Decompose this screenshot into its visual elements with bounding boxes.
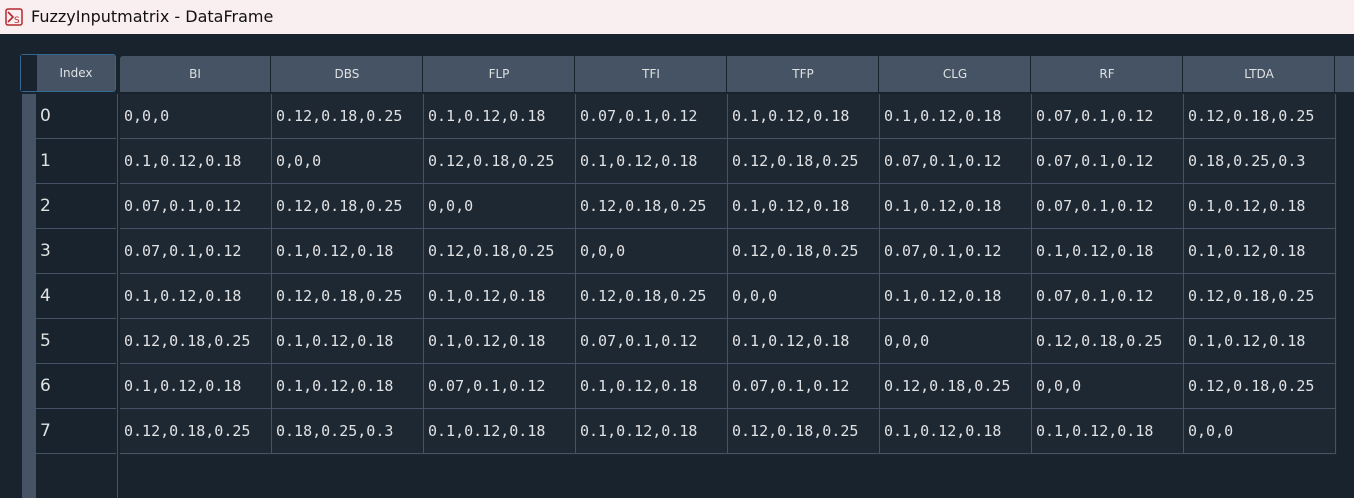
table-cell[interactable]: 0.12,0.18,0.25 bbox=[424, 139, 576, 184]
table-cell[interactable]: 0,0,0 bbox=[728, 274, 880, 319]
table-cell[interactable]: 0.1,0.12,0.18 bbox=[880, 94, 1032, 139]
table-cell[interactable]: 0.1,0.12,0.18 bbox=[1184, 229, 1336, 274]
table-cell[interactable]: 0,0,0 bbox=[1184, 409, 1336, 454]
table-cell[interactable]: 0.12,0.18,0.25 bbox=[1184, 364, 1336, 409]
table-cell[interactable]: 0.07,0.1,0.12 bbox=[728, 364, 880, 409]
table-cell[interactable]: 0.07,0.1,0.12 bbox=[576, 94, 728, 139]
table-cell[interactable]: 0.12,0.18,0.25 bbox=[576, 184, 728, 229]
table-cell[interactable]: 0.1,0.12,0.18 bbox=[272, 229, 424, 274]
table-cell[interactable]: 0.1,0.12,0.18 bbox=[1032, 409, 1184, 454]
table-cell[interactable]: 0,0,0 bbox=[880, 319, 1032, 364]
table-cell[interactable]: 0.1,0.12,0.18 bbox=[120, 139, 272, 184]
title-bar: S FuzzyInputmatrix - DataFrame bbox=[0, 0, 1354, 34]
table-cell[interactable]: 0.12,0.18,0.25 bbox=[424, 229, 576, 274]
table-cell[interactable]: 0.07,0.1,0.12 bbox=[880, 139, 1032, 184]
row-index-0[interactable]: 0 bbox=[36, 94, 116, 139]
row-index-column: 01234567 bbox=[20, 94, 118, 498]
table-cell[interactable]: 0.07,0.1,0.12 bbox=[576, 319, 728, 364]
table-cell[interactable]: 0.1,0.12,0.18 bbox=[424, 319, 576, 364]
table-cell[interactable]: 0.1,0.12,0.18 bbox=[1184, 319, 1336, 364]
table-cell[interactable]: 0.1,0.12,0.18 bbox=[120, 274, 272, 319]
row-index-4[interactable]: 4 bbox=[36, 274, 116, 319]
window-title: FuzzyInputmatrix - DataFrame bbox=[31, 7, 274, 26]
table-cell[interactable]: 0.07,0.1,0.12 bbox=[424, 364, 576, 409]
table-cell[interactable]: 0.1,0.12,0.18 bbox=[728, 319, 880, 364]
table-cell[interactable]: 0.12,0.18,0.25 bbox=[728, 229, 880, 274]
column-header-tfi[interactable]: TFI bbox=[576, 56, 727, 92]
row-index-7[interactable]: 7 bbox=[36, 409, 116, 454]
table-cell[interactable]: 0.07,0.1,0.12 bbox=[120, 229, 272, 274]
column-header-dbs[interactable]: DBS bbox=[272, 56, 423, 92]
column-header-tfp[interactable]: TFP bbox=[728, 56, 879, 92]
table-cell[interactable]: 0.07,0.1,0.12 bbox=[1032, 94, 1184, 139]
table-cell[interactable]: 0.1,0.12,0.18 bbox=[880, 409, 1032, 454]
table-cell[interactable]: 0.12,0.18,0.25 bbox=[1184, 274, 1336, 319]
table-cell[interactable]: 0,0,0 bbox=[1032, 364, 1184, 409]
table-cell[interactable]: 0.1,0.12,0.18 bbox=[880, 274, 1032, 319]
table-cell[interactable]: 0.1,0.12,0.18 bbox=[1032, 229, 1184, 274]
column-header-rf[interactable]: RF bbox=[1032, 56, 1183, 92]
index-header[interactable]: Index bbox=[20, 54, 116, 92]
index-header-corner bbox=[21, 55, 37, 91]
table-cell[interactable]: 0.18,0.25,0.3 bbox=[1184, 139, 1336, 184]
table-cell[interactable]: 0.12,0.18,0.25 bbox=[272, 274, 424, 319]
table-cell[interactable]: 0,0,0 bbox=[424, 184, 576, 229]
table-cell[interactable]: 0.1,0.12,0.18 bbox=[424, 409, 576, 454]
table-cell[interactable]: 0.1,0.12,0.18 bbox=[576, 409, 728, 454]
table-cell[interactable]: 0.1,0.12,0.18 bbox=[576, 139, 728, 184]
svg-text:S: S bbox=[14, 16, 20, 26]
table-cell[interactable]: 0.12,0.18,0.25 bbox=[1032, 319, 1184, 364]
table-cell[interactable]: 0.1,0.12,0.18 bbox=[272, 319, 424, 364]
table-cell[interactable]: 0.07,0.1,0.12 bbox=[1032, 184, 1184, 229]
table-cell[interactable]: 0.12,0.18,0.25 bbox=[120, 319, 272, 364]
table-cell[interactable]: 0.12,0.18,0.25 bbox=[272, 184, 424, 229]
table-cell[interactable]: 0.12,0.18,0.25 bbox=[272, 94, 424, 139]
table-cell[interactable]: 0.07,0.1,0.12 bbox=[1032, 139, 1184, 184]
row-index-5[interactable]: 5 bbox=[36, 319, 116, 364]
column-header-row: BI DBS FLP TFI TFP CLG RF LTDA bbox=[120, 56, 1354, 92]
table-cell[interactable]: 0.07,0.1,0.12 bbox=[120, 184, 272, 229]
table-cell[interactable]: 0.07,0.1,0.12 bbox=[1032, 274, 1184, 319]
table-cell[interactable]: 0.1,0.12,0.18 bbox=[880, 184, 1032, 229]
table-cell[interactable]: 0,0,0 bbox=[272, 139, 424, 184]
column-header-clg[interactable]: CLG bbox=[880, 56, 1031, 92]
table-cell[interactable]: 0.12,0.18,0.25 bbox=[880, 364, 1032, 409]
table-cell[interactable]: 0.12,0.18,0.25 bbox=[1184, 94, 1336, 139]
table-cell[interactable]: 0,0,0 bbox=[120, 94, 272, 139]
row-index-6[interactable]: 6 bbox=[36, 364, 116, 409]
dataframe-editor: Index BI DBS FLP TFI TFP CLG RF LTDA 01234567 0… bbox=[0, 34, 1354, 498]
column-header-flp[interactable]: FLP bbox=[424, 56, 575, 92]
row-index-1[interactable]: 1 bbox=[36, 139, 116, 184]
table-cell[interactable]: 0.18,0.25,0.3 bbox=[272, 409, 424, 454]
column-header-bi[interactable]: BI bbox=[120, 56, 271, 92]
data-grid: 0,0,0 0.12,0.18,0.25 0.1,0.12,0.18 0.07,0.1… bbox=[120, 94, 1337, 455]
table-cell[interactable]: 0.1,0.12,0.18 bbox=[728, 94, 880, 139]
table-cell[interactable]: 0.1,0.12,0.18 bbox=[1184, 184, 1336, 229]
table-cell[interactable]: 0.1,0.12,0.18 bbox=[272, 364, 424, 409]
table-cell[interactable]: 0.1,0.12,0.18 bbox=[120, 364, 272, 409]
row-index-2[interactable]: 2 bbox=[36, 184, 116, 229]
table-cell[interactable]: 0,0,0 bbox=[576, 229, 728, 274]
table-cell[interactable]: 0.1,0.12,0.18 bbox=[424, 274, 576, 319]
table-cell[interactable]: 0.12,0.18,0.25 bbox=[728, 409, 880, 454]
row-index-strip bbox=[22, 94, 36, 498]
table-cell[interactable]: 0.12,0.18,0.25 bbox=[576, 274, 728, 319]
table-cell[interactable]: 0.12,0.18,0.25 bbox=[120, 409, 272, 454]
table-cell[interactable]: 0.12,0.18,0.25 bbox=[728, 139, 880, 184]
column-header-ltda[interactable]: LTDA bbox=[1184, 56, 1335, 92]
table-cell[interactable]: 0.1,0.12,0.18 bbox=[728, 184, 880, 229]
table-cell[interactable]: 0.07,0.1,0.12 bbox=[880, 229, 1032, 274]
table-cell[interactable]: 0.1,0.12,0.18 bbox=[424, 94, 576, 139]
table-cell[interactable]: 0.1,0.12,0.18 bbox=[576, 364, 728, 409]
index-header-label: Index bbox=[37, 55, 115, 91]
spyder-variable-explorer-icon: S bbox=[5, 8, 23, 26]
row-index-3[interactable]: 3 bbox=[36, 229, 116, 274]
